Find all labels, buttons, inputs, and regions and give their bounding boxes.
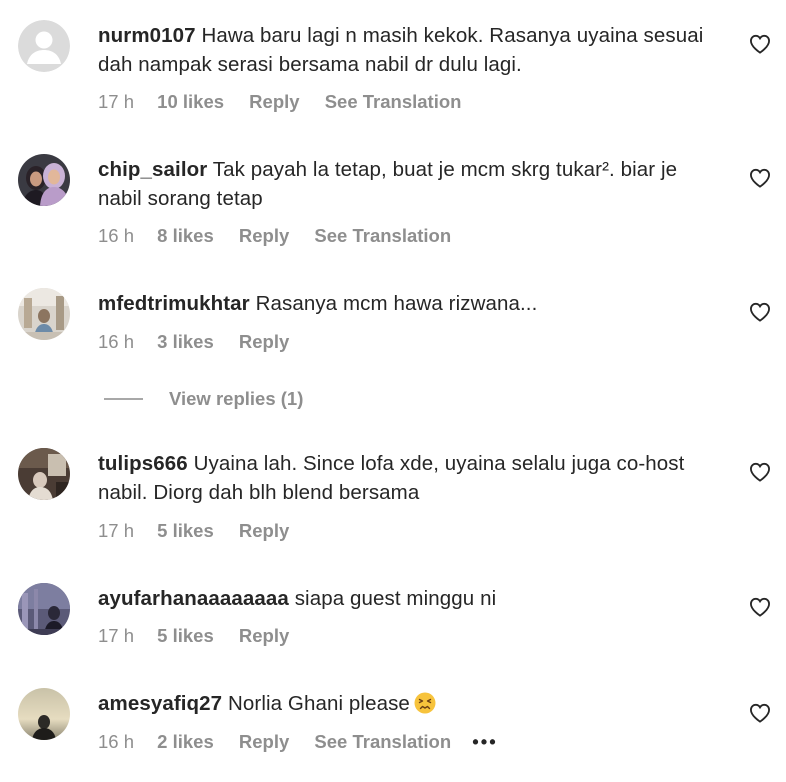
comment-body: chip_sailor Tak payah la tetap, buat je … xyxy=(98,155,723,213)
comment-text: Rasanya mcm hawa rizwana... xyxy=(255,292,538,315)
comment-username[interactable]: tulips666 xyxy=(98,452,188,475)
default-avatar-icon xyxy=(18,20,70,72)
divider-line xyxy=(104,398,143,400)
comment-username[interactable]: chip_sailor xyxy=(98,158,207,181)
reply-button[interactable]: Reply xyxy=(239,225,289,246)
comment-likes[interactable]: 5 likes xyxy=(157,625,214,646)
comment-time[interactable]: 16 h xyxy=(98,225,134,246)
reply-button[interactable]: Reply xyxy=(239,731,289,752)
avatar-mfedtrimukhtar[interactable] xyxy=(18,288,70,340)
see-translation-button[interactable]: See Translation xyxy=(314,731,451,752)
reply-button[interactable]: Reply xyxy=(239,520,289,541)
heart-outline-icon[interactable] xyxy=(749,462,771,482)
avatar-amesyafiq27[interactable] xyxy=(18,688,70,740)
avatar-chip-sailor[interactable] xyxy=(18,154,70,206)
heart-outline-icon[interactable] xyxy=(749,34,771,54)
comment-meta: 17 h 5 likes Reply xyxy=(98,625,309,647)
see-translation-button[interactable]: See Translation xyxy=(314,225,451,246)
user-photo-icon xyxy=(18,688,70,740)
comment-username[interactable]: ayufarhanaaaaaaaa xyxy=(98,587,289,610)
avatar-ayufarhana[interactable] xyxy=(18,583,70,635)
user-photo-icon xyxy=(18,583,70,635)
comment-body: ayufarhanaaaaaaaa siapa guest minggu ni xyxy=(98,584,723,613)
more-options-icon[interactable]: ••• xyxy=(472,731,497,752)
comment-likes[interactable]: 10 likes xyxy=(157,91,224,112)
heart-outline-icon[interactable] xyxy=(749,302,771,322)
comment-username[interactable]: nurm0107 xyxy=(98,24,196,47)
comment-body: amesyafiq27 Norlia Ghani please xyxy=(98,689,723,718)
comment-time[interactable]: 16 h xyxy=(98,731,134,752)
avatar-default[interactable] xyxy=(18,20,70,72)
persevering-face-emoji-icon xyxy=(414,692,436,714)
view-replies-button[interactable]: View replies (1) xyxy=(104,386,303,412)
comment-body: nurm0107 Hawa baru lagi n masih kekok. R… xyxy=(98,21,723,79)
comment-meta: 16 h 3 likes Reply xyxy=(98,331,309,353)
comment-likes[interactable]: 3 likes xyxy=(157,331,214,352)
heart-outline-icon[interactable] xyxy=(749,703,771,723)
heart-outline-icon[interactable] xyxy=(749,597,771,617)
view-replies-label[interactable]: View replies (1) xyxy=(169,388,303,410)
comment-time[interactable]: 17 h xyxy=(98,520,134,541)
user-photo-icon xyxy=(18,154,70,206)
user-photo-icon xyxy=(18,288,70,340)
comment-text: Norlia Ghani please xyxy=(227,692,410,715)
reply-button[interactable]: Reply xyxy=(249,91,299,112)
see-translation-button[interactable]: See Translation xyxy=(325,91,462,112)
comment-username[interactable]: mfedtrimukhtar xyxy=(98,292,250,315)
user-photo-icon xyxy=(18,448,70,500)
comment-time[interactable]: 17 h xyxy=(98,91,134,112)
comment-likes[interactable]: 8 likes xyxy=(157,225,214,246)
comment-likes[interactable]: 5 likes xyxy=(157,520,214,541)
comment-body: tulips666 Uyaina lah. Since lofa xde, uy… xyxy=(98,449,723,507)
comment-username[interactable]: amesyafiq27 xyxy=(98,692,222,715)
comment-meta: 17 h 10 likes Reply See Translation xyxy=(98,91,481,113)
heart-outline-icon[interactable] xyxy=(749,168,771,188)
comment-meta: 16 h 2 likes Reply See Translation ••• xyxy=(98,731,518,753)
comment-text: siapa guest minggu ni xyxy=(294,587,497,610)
comment-time[interactable]: 17 h xyxy=(98,625,134,646)
reply-button[interactable]: Reply xyxy=(239,625,289,646)
comment-time[interactable]: 16 h xyxy=(98,331,134,352)
comment-meta: 17 h 5 likes Reply xyxy=(98,520,309,542)
comment-body: mfedtrimukhtar Rasanya mcm hawa rizwana.… xyxy=(98,289,723,318)
avatar-tulips666[interactable] xyxy=(18,448,70,500)
reply-button[interactable]: Reply xyxy=(239,331,289,352)
comment-likes[interactable]: 2 likes xyxy=(157,731,214,752)
comment-meta: 16 h 8 likes Reply See Translation xyxy=(98,225,471,247)
